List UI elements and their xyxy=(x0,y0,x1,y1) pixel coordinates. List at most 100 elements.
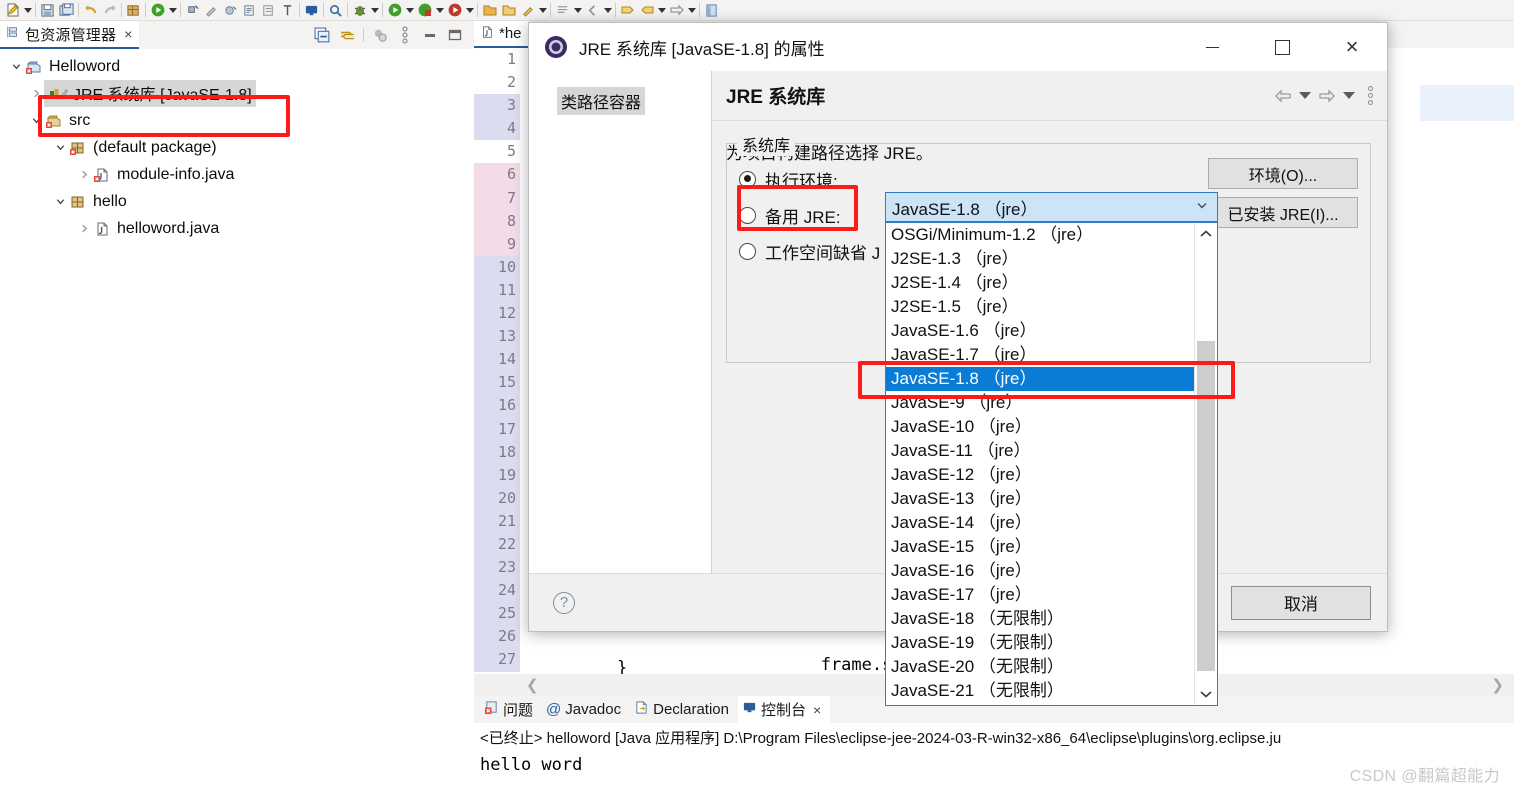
tree-row-helloword-java[interactable]: helloword.java xyxy=(0,215,474,242)
open-type-icon[interactable] xyxy=(278,1,297,20)
forward-dropdown-icon[interactable] xyxy=(1343,92,1355,99)
minimize-icon[interactable] xyxy=(1177,23,1247,71)
profile-icon[interactable] xyxy=(445,1,464,20)
search-icon[interactable] xyxy=(326,1,345,20)
maximize-icon[interactable] xyxy=(1247,23,1317,71)
nav-dropdown-icon[interactable] xyxy=(656,1,667,20)
coverage-icon[interactable] xyxy=(415,1,434,20)
dropdown-item[interactable]: J2SE-1.5 （jre） xyxy=(886,295,1194,319)
back-nav-icon[interactable] xyxy=(583,1,602,20)
redo-icon[interactable] xyxy=(100,1,119,20)
run-as-dropdown-icon[interactable] xyxy=(404,1,415,20)
maximize-icon[interactable] xyxy=(444,24,466,46)
dropdown-item[interactable]: JavaSE-15 （jre） xyxy=(886,535,1194,559)
debug-last-icon[interactable] xyxy=(183,1,202,20)
collapse-all-icon[interactable] xyxy=(311,24,333,46)
undo-icon[interactable] xyxy=(81,1,100,20)
scroll-up-icon[interactable] xyxy=(1195,223,1217,245)
debug-dropdown-icon[interactable] xyxy=(369,1,380,20)
back-arrow-icon[interactable] xyxy=(1274,88,1292,104)
save-icon[interactable] xyxy=(38,1,57,20)
dropdown-item[interactable]: JavaSE-19 （无限制） xyxy=(886,631,1194,655)
coverage-dropdown-icon[interactable] xyxy=(434,1,445,20)
profile-dropdown-icon[interactable] xyxy=(464,1,475,20)
dropdown-item[interactable]: JavaSE-20 （无限制） xyxy=(886,655,1194,679)
dropdown-item[interactable]: JavaSE-1.7 （jre） xyxy=(886,343,1194,367)
close-icon[interactable]: × xyxy=(124,27,132,41)
last-edit-dropdown-icon[interactable] xyxy=(572,1,583,20)
tab-helloword-editor[interactable]: *he xyxy=(474,21,530,48)
tab-console[interactable]: 控制台 × xyxy=(738,696,831,723)
dialog-tree-item-classpath-container[interactable]: 类路径容器 xyxy=(557,87,646,115)
new-folder-icon[interactable] xyxy=(499,1,518,20)
dialog-page-tree[interactable]: 类路径容器 xyxy=(529,71,712,573)
backward-nav-icon[interactable] xyxy=(637,1,656,20)
dropdown-item[interactable]: OSGi/Minimum-1.2 （jre） xyxy=(886,223,1194,247)
new-file-icon[interactable] xyxy=(3,1,22,20)
scroll-down-icon[interactable] xyxy=(1195,683,1217,705)
radio-workspace-default[interactable]: 工作空间缺省 J xyxy=(739,233,899,269)
tab-javadoc[interactable]: @ Javadoc xyxy=(542,696,630,723)
dropdown-item[interactable]: JavaSE-10 （jre） xyxy=(886,415,1194,439)
project-tree[interactable]: Helloword JRE 系统库 [JavaSE-1.8] src (defa… xyxy=(0,49,474,792)
new-class-dropdown-icon[interactable] xyxy=(537,1,548,20)
dropdown-item[interactable]: J2SE-1.3 （jre） xyxy=(886,247,1194,271)
tree-row-default-package[interactable]: (default package) xyxy=(0,134,474,161)
run-icon[interactable] xyxy=(148,1,167,20)
perspective-icon[interactable] xyxy=(702,1,721,20)
dialog-titlebar[interactable]: JRE 系统库 [JavaSE-1.8] 的属性 × xyxy=(529,23,1387,71)
back-dropdown-icon[interactable] xyxy=(1299,92,1311,99)
radio-button-icon[interactable] xyxy=(739,242,756,260)
tree-row-src[interactable]: src xyxy=(0,107,474,134)
chevron-right-icon[interactable] xyxy=(76,221,92,237)
tab-declaration[interactable]: Declaration xyxy=(630,696,738,723)
radio-button-icon[interactable] xyxy=(739,206,756,224)
radio-button-icon[interactable] xyxy=(739,170,756,188)
close-icon[interactable]: × xyxy=(1317,23,1387,71)
save-all-icon[interactable] xyxy=(57,1,76,20)
console-toolbar-icon[interactable] xyxy=(302,1,321,20)
tree-row-module-info[interactable]: module-info.java xyxy=(0,161,474,188)
new-dropdown-icon[interactable] xyxy=(22,1,33,20)
chevron-down-icon[interactable] xyxy=(1195,197,1209,217)
debug-icon[interactable] xyxy=(350,1,369,20)
scrollbar-thumb[interactable] xyxy=(1197,341,1215,671)
skip-breakpoints-icon[interactable] xyxy=(221,1,240,20)
tab-package-explorer[interactable]: 包资源管理器 × xyxy=(0,21,140,49)
last-edit-icon[interactable] xyxy=(553,1,572,20)
next-edit-dropdown-icon[interactable] xyxy=(686,1,697,20)
view-menu-icon[interactable] xyxy=(394,24,416,46)
tree-row-hello-package[interactable]: hello xyxy=(0,188,474,215)
installed-jres-button[interactable]: 已安装 JRE(I)... xyxy=(1208,197,1358,228)
dropdown-list[interactable]: OSGi/Minimum-1.2 （jre） J2SE-1.3 （jre） J2… xyxy=(886,223,1194,705)
run-dropdown-icon[interactable] xyxy=(167,1,178,20)
radio-execution-environment[interactable]: 执行环境: xyxy=(739,161,899,197)
cancel-button[interactable]: 取消 xyxy=(1231,585,1371,620)
dropdown-item[interactable]: JavaSE-11 （jre） xyxy=(886,439,1194,463)
external-tools-icon[interactable] xyxy=(202,1,221,20)
dropdown-item[interactable]: JavaSE-16 （jre） xyxy=(886,559,1194,583)
tab-problems[interactable]: 问题 xyxy=(480,696,542,723)
execution-environment-combo[interactable]: JavaSE-1.8 （jre） xyxy=(885,192,1218,222)
dropdown-item-selected[interactable]: JavaSE-1.8 （jre） xyxy=(886,367,1194,391)
link-with-editor-icon[interactable] xyxy=(336,24,358,46)
page-menu-icon[interactable] xyxy=(1368,86,1373,105)
chevron-down-icon[interactable] xyxy=(28,113,44,129)
dropdown-item[interactable]: J2SE-1.4 （jre） xyxy=(886,271,1194,295)
next-edit-icon[interactable] xyxy=(667,1,686,20)
tree-row-jre-library[interactable]: JRE 系统库 [JavaSE-1.8] xyxy=(0,80,474,107)
dropdown-item[interactable]: JavaSE-13 （jre） xyxy=(886,487,1194,511)
new-class-icon[interactable] xyxy=(518,1,537,20)
minimize-icon[interactable] xyxy=(419,24,441,46)
dropdown-item[interactable]: JavaSE-18 （无限制） xyxy=(886,607,1194,631)
run-as-icon[interactable] xyxy=(385,1,404,20)
dropdown-item[interactable]: JavaSE-12 （jre） xyxy=(886,463,1194,487)
execution-environment-dropdown[interactable]: OSGi/Minimum-1.2 （jre） J2SE-1.3 （jre） J2… xyxy=(885,222,1218,706)
scroll-right-icon[interactable]: ❯ xyxy=(1491,676,1504,694)
chevron-right-icon[interactable] xyxy=(28,86,44,102)
new-java-package-icon[interactable] xyxy=(124,1,143,20)
chevron-right-icon[interactable] xyxy=(76,167,92,183)
dropdown-item[interactable]: JavaSE-1.6 （jre） xyxy=(886,319,1194,343)
open-task-icon[interactable] xyxy=(480,1,499,20)
previous-annotation-icon[interactable] xyxy=(259,1,278,20)
